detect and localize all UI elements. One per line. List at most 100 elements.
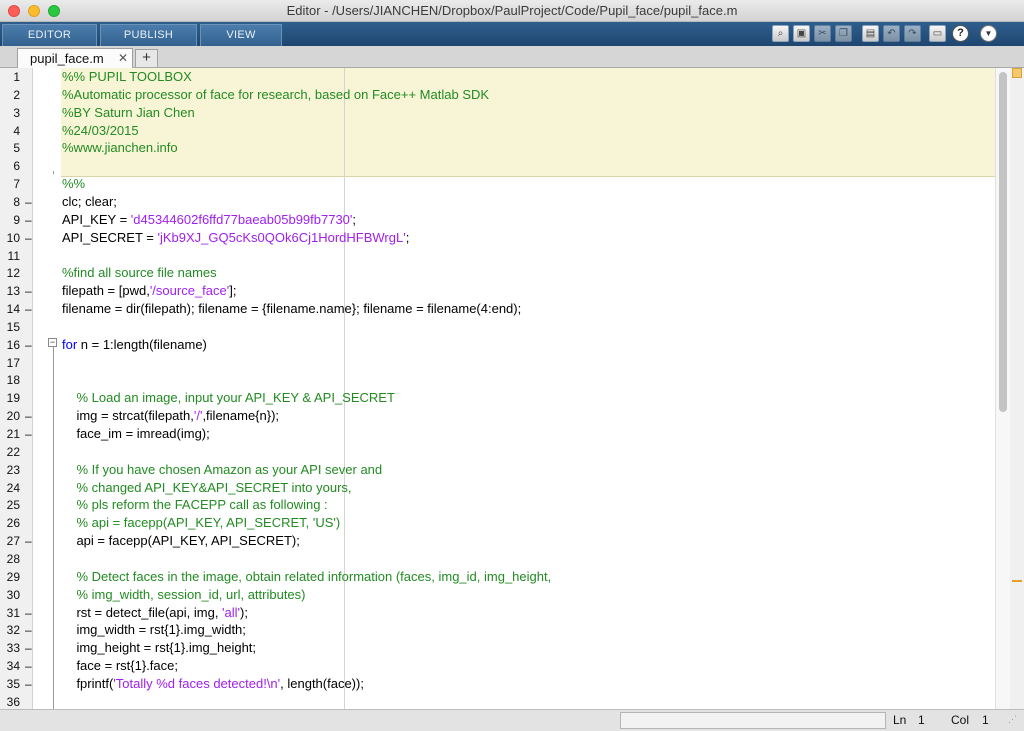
code-line[interactable]: 33– img_height = rst{1}.img_height;	[0, 639, 995, 657]
dropdown-icon[interactable]: ▼	[980, 25, 997, 42]
code-line[interactable]: 11	[0, 247, 995, 265]
undo-icon[interactable]: ↶	[883, 25, 900, 42]
code-line[interactable]: 1 %% PUPIL TOOLBOX	[0, 68, 995, 86]
line-number[interactable]: 32	[0, 621, 20, 639]
code-line[interactable]: 28	[0, 550, 995, 568]
line-number[interactable]: 12	[0, 264, 20, 282]
line-number[interactable]: 35	[0, 675, 20, 693]
line-number[interactable]: 27	[0, 532, 20, 550]
find-files-icon[interactable]: ⌕	[772, 25, 789, 42]
line-number[interactable]: 1	[0, 68, 20, 86]
code-line[interactable]: 14– filename = dir(filepath); filename = …	[0, 300, 995, 318]
file-tab-pupil-face[interactable]: pupil_face.m ✕	[17, 48, 133, 68]
line-number[interactable]: 23	[0, 461, 20, 479]
code-line[interactable]: 5 %www.jianchen.info	[0, 139, 995, 157]
line-number[interactable]: 10	[0, 229, 20, 247]
code-line[interactable]: 8– clc; clear;	[0, 193, 995, 211]
line-number[interactable]: 3	[0, 104, 20, 122]
code-line[interactable]: 29 % Detect faces in the image, obtain r…	[0, 568, 995, 586]
scrollbar-thumb[interactable]	[999, 72, 1007, 412]
line-number[interactable]: 36	[0, 693, 20, 709]
warning-marker[interactable]	[1012, 580, 1022, 582]
line-number[interactable]: 24	[0, 479, 20, 497]
line-number[interactable]: 8	[0, 193, 20, 211]
print-icon[interactable]: ▭	[929, 25, 946, 42]
line-number[interactable]: 2	[0, 86, 20, 104]
line-number[interactable]: 4	[0, 122, 20, 140]
line-number[interactable]: 6	[0, 157, 20, 175]
breakpoint-marker[interactable]: –	[25, 193, 32, 211]
line-number[interactable]: 13	[0, 282, 20, 300]
code-line[interactable]: 32– img_width = rst{1}.img_width;	[0, 621, 995, 639]
tab-editor[interactable]: EDITOR	[2, 24, 97, 46]
line-number[interactable]: 28	[0, 550, 20, 568]
breakpoint-marker[interactable]: –	[25, 532, 32, 550]
line-number[interactable]: 34	[0, 657, 20, 675]
breakpoint-marker[interactable]: –	[25, 211, 32, 229]
code-line[interactable]: 25 % pls reform the FACEPP call as follo…	[0, 496, 995, 514]
line-number[interactable]: 5	[0, 139, 20, 157]
breakpoint-marker[interactable]: –	[25, 657, 32, 675]
code-line[interactable]: 36	[0, 693, 995, 709]
code-line[interactable]: 21– face_im = imread(img);	[0, 425, 995, 443]
code-line[interactable]: 34– face = rst{1}.face;	[0, 657, 995, 675]
tab-publish[interactable]: PUBLISH	[100, 24, 197, 46]
line-number[interactable]: 21	[0, 425, 20, 443]
breakpoint-marker[interactable]: –	[25, 282, 32, 300]
line-number[interactable]: 14	[0, 300, 20, 318]
line-number[interactable]: 7	[0, 175, 20, 193]
tab-view[interactable]: VIEW	[200, 24, 282, 46]
code-line[interactable]: 18	[0, 371, 995, 389]
line-number[interactable]: 22	[0, 443, 20, 461]
save-icon[interactable]: ▣	[793, 25, 810, 42]
help-icon[interactable]: ?	[952, 25, 969, 42]
breakpoint-marker[interactable]: –	[25, 604, 32, 622]
vertical-scrollbar[interactable]	[995, 68, 1010, 709]
breakpoint-marker[interactable]: –	[25, 336, 32, 354]
line-number[interactable]: 26	[0, 514, 20, 532]
code-line[interactable]: 13– filepath = [pwd,'/source_face'];	[0, 282, 995, 300]
line-number[interactable]: 18	[0, 371, 20, 389]
code-line[interactable]: 16– for n = 1:length(filename)	[0, 336, 995, 354]
line-number[interactable]: 20	[0, 407, 20, 425]
code-line[interactable]: 7%%	[0, 175, 995, 193]
breakpoint-marker[interactable]: –	[25, 425, 32, 443]
line-number[interactable]: 33	[0, 639, 20, 657]
paste-icon[interactable]: ▤	[862, 25, 879, 42]
breakpoint-marker[interactable]: –	[25, 407, 32, 425]
code-line[interactable]: 23 % If you have chosen Amazon as your A…	[0, 461, 995, 479]
code-line[interactable]: 3 %BY Saturn Jian Chen	[0, 104, 995, 122]
breakpoint-marker[interactable]: –	[25, 229, 32, 247]
code-line[interactable]: 35– fprintf('Totally %d faces detected!\…	[0, 675, 995, 693]
code-line[interactable]: 24 % changed API_KEY&API_SECRET into you…	[0, 479, 995, 497]
redo-icon[interactable]: ↷	[904, 25, 921, 42]
line-number[interactable]: 25	[0, 496, 20, 514]
code-line[interactable]: 27– api = facepp(API_KEY, API_SECRET);	[0, 532, 995, 550]
copy-icon[interactable]: ❐	[835, 25, 852, 42]
breakpoint-marker[interactable]: –	[25, 639, 32, 657]
code-line[interactable]: 30 % img_width, session_id, url, attribu…	[0, 586, 995, 604]
code-editor[interactable]: − 1%% PUPIL TOOLBOX 2 %Automatic processor…	[0, 68, 1024, 709]
cut-icon[interactable]: ✂	[814, 25, 831, 42]
code-line[interactable]: 31– rst = detect_file(api, img, 'all');	[0, 604, 995, 622]
line-number[interactable]: 15	[0, 318, 20, 336]
line-number[interactable]: 30	[0, 586, 20, 604]
line-number[interactable]: 11	[0, 247, 20, 265]
breakpoint-marker[interactable]: –	[25, 675, 32, 693]
line-number[interactable]: 31	[0, 604, 20, 622]
code-line[interactable]: 15	[0, 318, 995, 336]
code-line[interactable]: 20– img = strcat(filepath,'/',filename{n…	[0, 407, 995, 425]
breakpoint-marker[interactable]: –	[25, 300, 32, 318]
resize-grip-icon[interactable]: ⋰	[1008, 714, 1017, 725]
code-line[interactable]: 26 % api = facepp(API_KEY, API_SECRET, '…	[0, 514, 995, 532]
code-line[interactable]: 19 % Load an image, input your API_KEY &…	[0, 389, 995, 407]
warning-indicator-icon[interactable]	[1012, 68, 1022, 78]
close-tab-icon[interactable]: ✕	[118, 51, 128, 65]
code-line[interactable]: 6	[0, 157, 995, 175]
code-line[interactable]: 4 %24/03/2015	[0, 122, 995, 140]
code-line[interactable]: 12 %find all source file names	[0, 264, 995, 282]
add-tab-button[interactable]: +	[135, 49, 158, 67]
line-number[interactable]: 9	[0, 211, 20, 229]
code-line[interactable]: 2 %Automatic processor of face for resear…	[0, 86, 995, 104]
code-line[interactable]: 9– API_KEY = 'd45344602f6ffd77baeab05b99f…	[0, 211, 995, 229]
